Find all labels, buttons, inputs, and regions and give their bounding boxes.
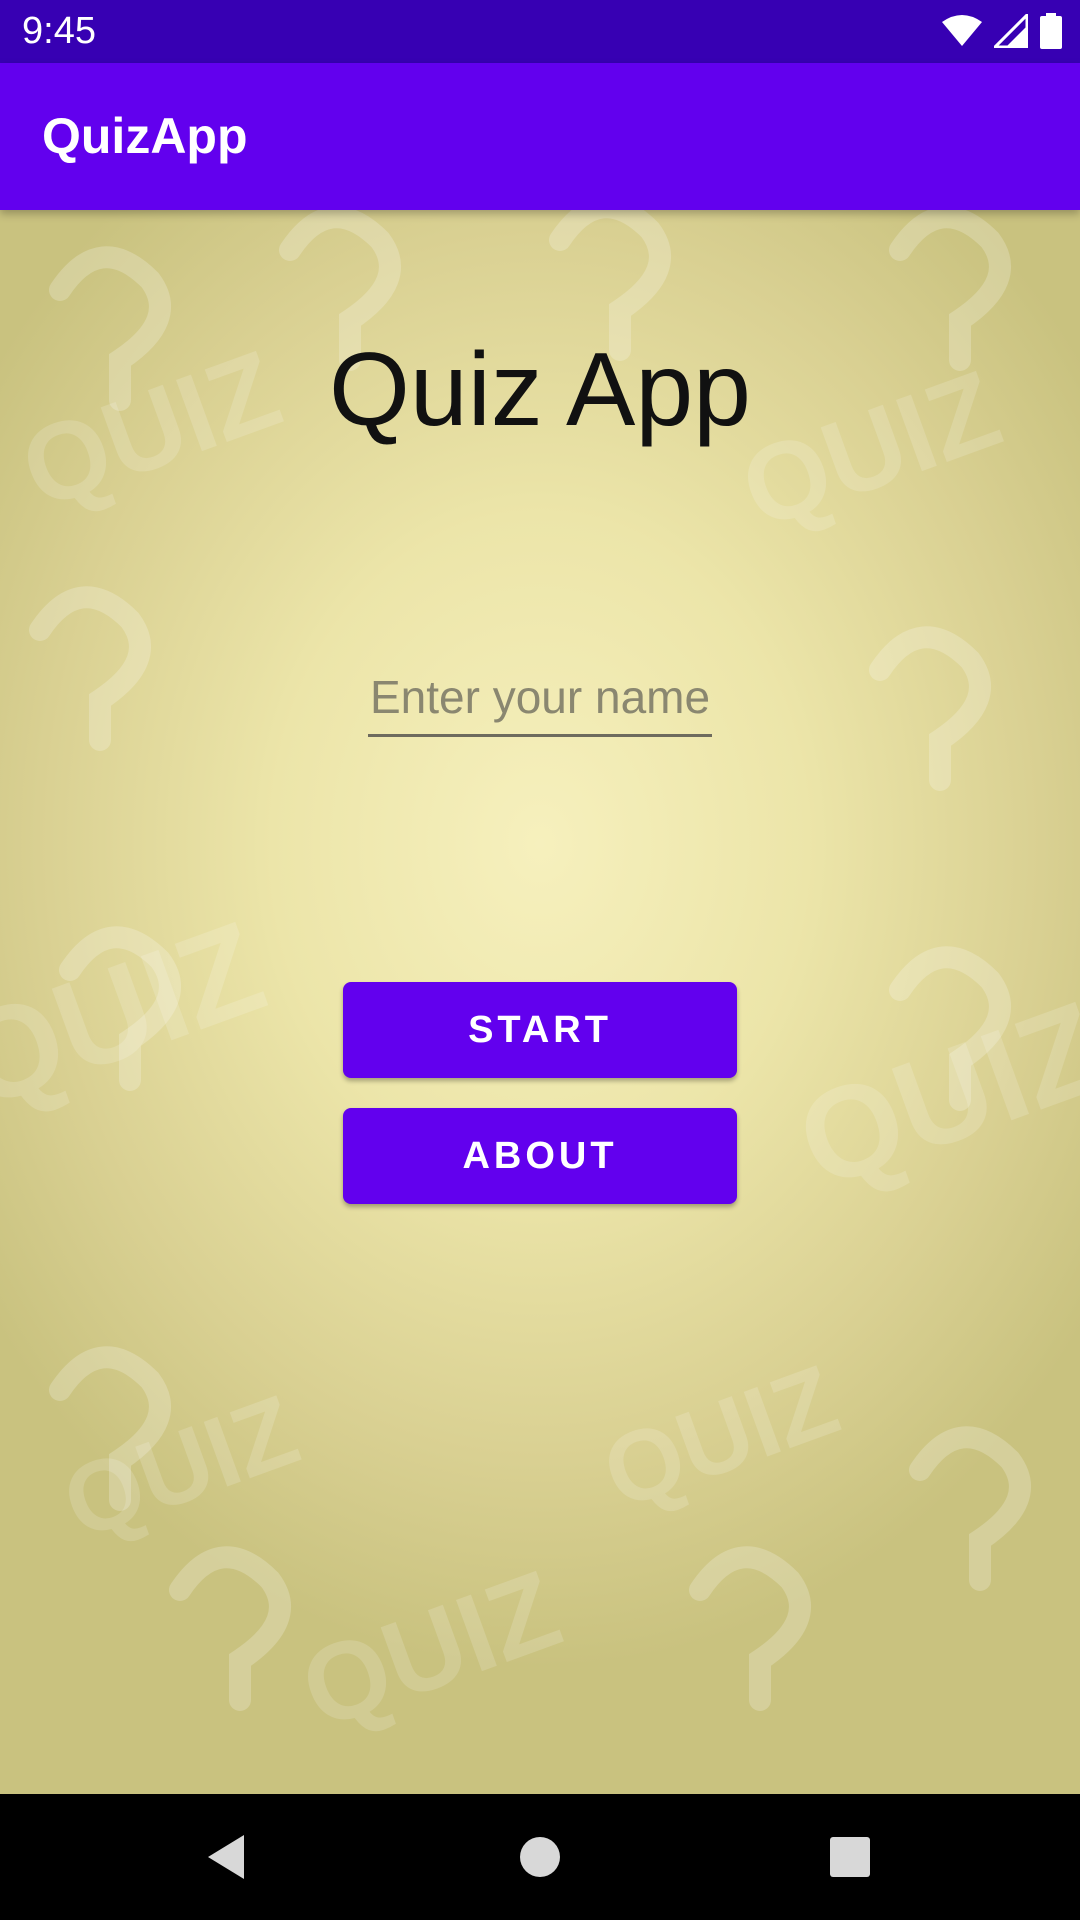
status-icons xyxy=(942,12,1062,50)
svg-text:QUIZ: QUIZ xyxy=(589,1344,852,1531)
svg-text:QUIZ: QUIZ xyxy=(780,973,1080,1216)
status-time: 9:45 xyxy=(22,10,96,52)
app-bar-title: QuizApp xyxy=(42,108,248,164)
start-button[interactable]: START xyxy=(343,982,737,1078)
svg-text:QUIZ: QUIZ xyxy=(0,893,281,1136)
cell-signal-icon xyxy=(994,14,1028,48)
home-icon[interactable] xyxy=(510,1827,570,1887)
svg-text:QUIZ: QUIZ xyxy=(286,1547,575,1752)
svg-text:QUIZ: QUIZ xyxy=(49,1374,312,1561)
status-bar: 9:45 xyxy=(0,0,1080,63)
about-button[interactable]: ABOUT xyxy=(343,1108,737,1204)
battery-icon xyxy=(1040,13,1062,49)
page-title: Quiz App xyxy=(328,332,752,448)
wifi-icon xyxy=(942,15,982,47)
navigation-bar xyxy=(0,1794,1080,1920)
recents-icon[interactable] xyxy=(820,1827,880,1887)
app-bar: QuizApp xyxy=(0,63,1080,210)
main-content: QUIZ QUIZ QUIZ QUIZ QUIZ QUIZ QUIZ Quiz … xyxy=(0,210,1080,1794)
name-input[interactable] xyxy=(368,659,712,737)
back-icon[interactable] xyxy=(196,1827,256,1887)
